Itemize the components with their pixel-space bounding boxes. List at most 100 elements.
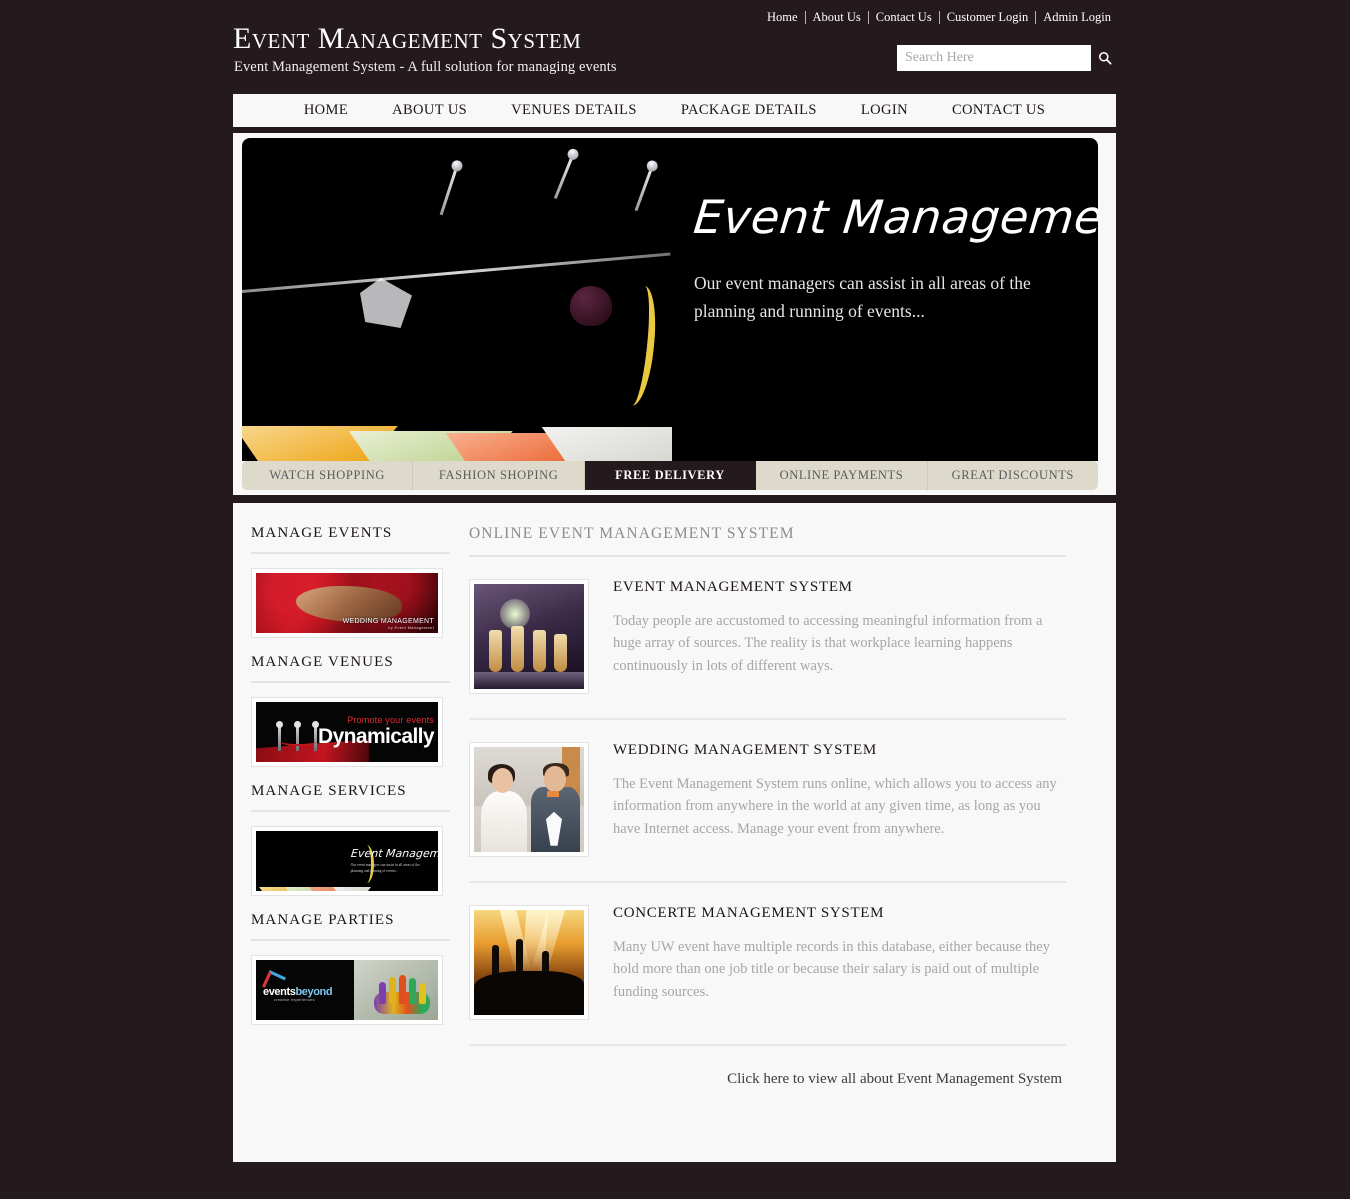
article-title: WEDDING MANAGEMENT SYSTEM xyxy=(613,742,877,758)
crowd-head-shape xyxy=(504,975,521,992)
view-all-container: Click here to view all about Event Manag… xyxy=(469,1046,1066,1088)
article-thumbnail-concert[interactable] xyxy=(469,905,589,1020)
search-icon xyxy=(1098,51,1111,65)
article-thumbnail-wedding[interactable] xyxy=(469,742,589,857)
sidebar-thumb-manage-events[interactable]: WEDDING MANAGEMENT by Event Management xyxy=(251,568,443,638)
article-body: CONCERTE MANAGEMENT SYSTEM Many UW event… xyxy=(589,905,1066,1020)
content-panel: MANAGE EVENTS WEDDING MANAGEMENT by Even… xyxy=(233,503,1116,1162)
cocktail-pick-icon xyxy=(634,168,653,212)
painted-finger-shape xyxy=(409,978,416,1005)
top-link-admin-login[interactable]: Admin Login xyxy=(1036,11,1118,24)
hero-banner: Event Management Our event managers can … xyxy=(242,138,1098,461)
article-item: CONCERTE MANAGEMENT SYSTEM Many UW event… xyxy=(469,883,1066,1046)
article-title: EVENT MANAGEMENT SYSTEM xyxy=(613,579,853,595)
crowd-head-shape xyxy=(480,975,497,992)
wedding-management-image: WEDDING MANAGEMENT by Event Management xyxy=(256,573,438,633)
nav-item-venues-details[interactable]: VENUES DETAILS xyxy=(489,102,659,119)
page-title: Event Management System xyxy=(233,22,582,55)
painted-finger-shape xyxy=(419,983,426,1005)
article-thumbnail-event[interactable] xyxy=(469,579,589,694)
wedding-couple-image xyxy=(474,747,584,852)
bow-tie-shape xyxy=(546,791,559,798)
promote-events-image: Promote your events Dynamically xyxy=(256,702,438,762)
article-body: WEDDING MANAGEMENT SYSTEM The Event Mana… xyxy=(589,742,1066,857)
nav-item-login[interactable]: LOGIN xyxy=(839,102,930,119)
lemon-twist-garnish xyxy=(621,284,661,408)
thumb-caption: WEDDING MANAGEMENT by Event Management xyxy=(342,618,434,630)
crowd-head-shape xyxy=(531,975,548,992)
glass-rim-highlight xyxy=(242,252,671,293)
top-link-home[interactable]: Home xyxy=(760,11,805,24)
search-input[interactable] xyxy=(897,45,1091,71)
main-column: ONLINE EVENT MANAGEMENT SYSTEM EVENT MAN… xyxy=(469,525,1066,1088)
bride-figure-shape xyxy=(480,791,527,852)
painted-finger-shape xyxy=(379,982,386,1005)
champagne-flute-shape xyxy=(533,630,547,689)
ice-shape xyxy=(360,278,412,328)
search-box xyxy=(897,45,1118,71)
bride-head-shape xyxy=(491,768,513,793)
nav-item-package-details[interactable]: PACKAGE DETAILS xyxy=(659,102,839,119)
thumb-title: Event Management xyxy=(349,846,438,860)
top-link-customer-login[interactable]: Customer Login xyxy=(940,11,1036,24)
top-link-about-us[interactable]: About Us xyxy=(806,11,868,24)
light-glow-shape xyxy=(500,598,531,629)
sidebar-thumb-manage-parties[interactable]: eventsbeyond creative experiences xyxy=(251,955,443,1025)
search-button[interactable] xyxy=(1091,45,1118,71)
top-links: Home About Us Contact Us Customer Login … xyxy=(760,11,1118,24)
sidebar-heading-manage-venues: MANAGE VENUES xyxy=(251,654,450,683)
tab-watch-shopping[interactable]: WATCH SHOPPING xyxy=(242,461,414,490)
site-tagline: Event Management System - A full solutio… xyxy=(234,59,617,75)
tab-online-payments[interactable]: ONLINE PAYMENTS xyxy=(756,461,928,490)
article-item: WEDDING MANAGEMENT SYSTEM The Event Mana… xyxy=(469,720,1066,883)
sidebar-heading-manage-events: MANAGE EVENTS xyxy=(251,525,450,554)
painted-finger-shape xyxy=(389,977,396,1005)
crowd-head-shape xyxy=(557,975,574,992)
thumb-brand-sub: creative experiences xyxy=(274,997,315,1003)
site-header: Event Management System Event Management… xyxy=(0,0,1350,94)
sidebar-thumb-manage-services[interactable]: Event Management Our event managers can … xyxy=(251,826,443,896)
groom-head-shape xyxy=(544,765,567,792)
champagne-flute-shape xyxy=(554,634,568,689)
champagne-flutes-image xyxy=(474,584,584,689)
event-management-mini-banner: Event Management Our event managers can … xyxy=(256,831,438,891)
henna-hands-shape xyxy=(296,586,402,623)
tab-free-delivery[interactable]: FREE DELIVERY xyxy=(584,461,757,490)
velvet-rope-shape xyxy=(279,737,317,746)
feature-tab-strip: WATCH SHOPPING FASHION SHOPING FREE DELI… xyxy=(242,461,1098,490)
main-heading: ONLINE EVENT MANAGEMENT SYSTEM xyxy=(469,525,1066,557)
blackberry-garnish xyxy=(570,286,612,326)
thumb-caption-line1: Promote your events xyxy=(347,715,434,726)
nav-item-home[interactable]: HOME xyxy=(282,102,370,119)
article-item: EVENT MANAGEMENT SYSTEM Today people are… xyxy=(469,557,1066,720)
nav-item-contact-us[interactable]: CONTACT US xyxy=(930,102,1067,119)
concert-crowd-image xyxy=(474,910,584,1015)
cocktail-pick-icon xyxy=(439,168,458,216)
top-link-contact-us[interactable]: Contact Us xyxy=(869,11,939,24)
hero-subtitle: Our event managers can assist in all are… xyxy=(694,273,1031,322)
main-navigation: HOME ABOUT US VENUES DETAILS PACKAGE DET… xyxy=(233,94,1116,130)
nav-item-about-us[interactable]: ABOUT US xyxy=(370,102,489,119)
article-title: CONCERTE MANAGEMENT SYSTEM xyxy=(613,905,885,921)
tab-fashion-shoping[interactable]: FASHION SHOPING xyxy=(413,461,585,490)
article-text: Many UW event have multiple records in t… xyxy=(613,939,1050,1000)
sidebar-thumb-manage-venues[interactable]: Promote your events Dynamically xyxy=(251,697,443,767)
article-text: The Event Management System runs online,… xyxy=(613,776,1057,837)
events-beyond-image: eventsbeyond creative experiences xyxy=(256,960,438,1020)
article-body: EVENT MANAGEMENT SYSTEM Today people are… xyxy=(589,579,1066,694)
sidebar: MANAGE EVENTS WEDDING MANAGEMENT by Even… xyxy=(251,525,450,1041)
serving-tray-shape xyxy=(474,672,584,689)
tab-great-discounts[interactable]: GREAT DISCOUNTS xyxy=(927,461,1098,490)
painted-finger-shape xyxy=(399,975,406,1005)
article-text: Today people are accustomed to accessing… xyxy=(613,613,1043,674)
sidebar-heading-manage-parties: MANAGE PARTIES xyxy=(251,912,450,941)
hero-title: Event Management xyxy=(691,190,1098,244)
hero-text-block: Event Management Our event managers can … xyxy=(691,190,1098,325)
view-all-link[interactable]: Click here to view all about Event Manag… xyxy=(727,1071,1062,1087)
thumb-subtitle: Our event managers can assist in all are… xyxy=(350,863,420,874)
sidebar-heading-manage-services: MANAGE SERVICES xyxy=(251,783,450,812)
cocktail-glasses-image xyxy=(242,138,672,461)
cocktail-pick-icon xyxy=(553,157,574,199)
champagne-flute-shape xyxy=(489,630,503,689)
thumb-caption-line2: Dynamically xyxy=(318,725,435,748)
